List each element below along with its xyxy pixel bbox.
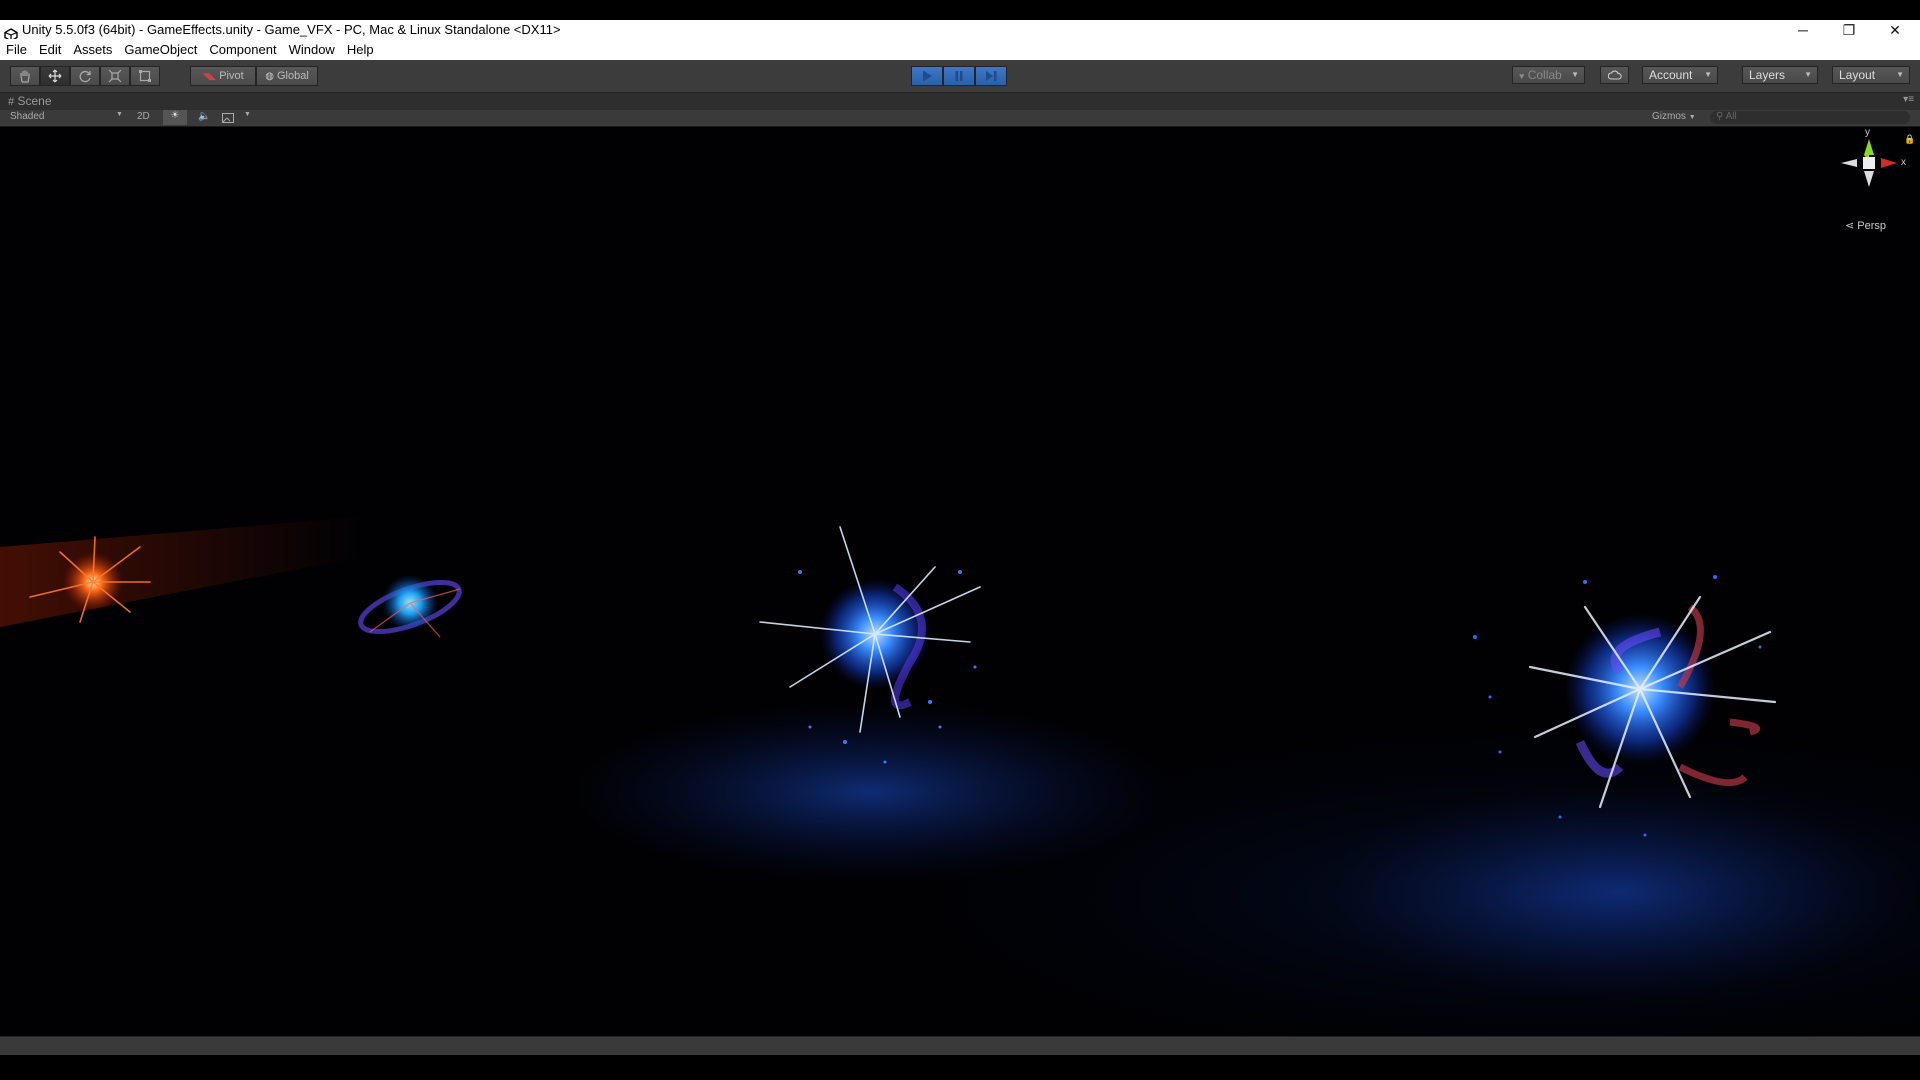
minimize-button[interactable]: ─: [1780, 20, 1826, 40]
gizmos-dropdown[interactable]: Gizmos ▼: [1652, 111, 1696, 122]
pivot-label: Pivot: [219, 70, 244, 82]
rotate-tool-button[interactable]: [70, 66, 100, 86]
audio-toggle[interactable]: 🔈: [198, 111, 210, 122]
scene-render: [0, 517, 1920, 1036]
shading-mode-dropdown[interactable]: Shaded: [10, 111, 44, 122]
chevron-down-icon: ▼: [1704, 70, 1712, 79]
close-button[interactable]: ✕: [1872, 20, 1918, 40]
collab-dropdown[interactable]: ♥ Collab ▼: [1512, 66, 1585, 84]
top-strip: [0, 0, 1920, 20]
axis-gizmo-icon: [1841, 139, 1897, 187]
scene-control-bar: Shaded ▼ 2D ☀ 🔈 ▼ Gizmos ▼ ⚲ All: [0, 110, 1920, 127]
play-button[interactable]: [911, 66, 943, 86]
layers-label: Layers: [1749, 68, 1786, 82]
scene-viewport[interactable]: y x 🔒 ⋖ Persp: [0, 127, 1920, 1036]
gizmos-label: Gizmos: [1652, 111, 1686, 122]
hand-tool-button[interactable]: [10, 66, 40, 86]
rect-tool-button[interactable]: [130, 66, 160, 86]
scene-tab[interactable]: # Scene: [8, 94, 52, 108]
search-icon: ⚲: [1716, 111, 1724, 122]
chevron-down-icon: ▼: [1896, 70, 1904, 79]
restore-button[interactable]: ❐: [1826, 20, 1872, 40]
account-dropdown[interactable]: Account ▼: [1642, 66, 1718, 84]
move-icon: [48, 69, 62, 83]
rect-icon: [139, 70, 151, 82]
chevron-down-icon: ▼: [116, 111, 123, 118]
scale-tool-button[interactable]: [100, 66, 130, 86]
layers-dropdown[interactable]: Layers ▼: [1742, 66, 1818, 84]
menu-component[interactable]: Component: [203, 39, 282, 60]
chevron-down-icon: ▼: [1804, 70, 1812, 79]
collab-icon: ♥: [1519, 71, 1525, 81]
scene-tab-label: Scene: [17, 94, 52, 108]
menu-file[interactable]: File: [0, 39, 33, 60]
projection-label: Persp: [1857, 220, 1887, 232]
status-bar: [0, 1036, 1920, 1055]
rotate-icon: [79, 70, 91, 83]
menu-window[interactable]: Window: [283, 39, 341, 60]
main-toolbar: ◥◣ Pivot ◍ Global ♥ Collab ▼ Account ▼ L…: [0, 60, 1920, 93]
globe-icon: ◍: [265, 70, 274, 82]
collab-label: Collab: [1527, 68, 1562, 82]
effects-dropdown[interactable]: [222, 110, 234, 126]
bottom-strip: [0, 1055, 1920, 1080]
cloud-icon: [1607, 70, 1622, 80]
menu-assets[interactable]: Assets: [67, 39, 118, 60]
menu-bar: File Edit Assets GameObject Component Window H…: [0, 39, 1920, 60]
hand-icon: [20, 70, 30, 83]
projection-toggle[interactable]: ⋖ Persp: [1845, 219, 1886, 232]
step-icon: [986, 71, 997, 81]
scene-search-input[interactable]: ⚲ All: [1710, 111, 1910, 124]
grid-icon: #: [8, 96, 15, 108]
scene-orientation-gizmo[interactable]: y x 🔒: [1835, 127, 1915, 203]
layout-dropdown[interactable]: Layout ▼: [1832, 66, 1910, 84]
pause-icon: [955, 71, 963, 81]
persp-icon: ⋖: [1845, 220, 1855, 232]
gizmo-x-label: x: [1901, 157, 1906, 168]
account-label: Account: [1649, 68, 1693, 82]
layout-label: Layout: [1839, 68, 1876, 82]
chevron-down-icon: ▼: [244, 111, 251, 118]
menu-gameobject[interactable]: GameObject: [118, 39, 203, 60]
panel-menu-icon[interactable]: ▾≡: [1903, 94, 1914, 105]
shading-mode-label: Shaded: [10, 111, 45, 122]
menu-help[interactable]: Help: [341, 39, 380, 60]
handle-position-group: ◥◣ Pivot ◍ Global: [190, 66, 318, 86]
window-title: Unity 5.5.0f3 (64bit) - GameEffects.unit…: [22, 22, 561, 37]
step-button[interactable]: [975, 66, 1007, 86]
menu-edit[interactable]: Edit: [33, 39, 67, 60]
lighting-toggle[interactable]: ☀: [163, 110, 187, 125]
lock-icon[interactable]: 🔒: [1904, 135, 1915, 145]
small-blue-effect: [358, 575, 462, 638]
play-icon: [923, 70, 932, 82]
2d-toggle[interactable]: 2D: [137, 111, 150, 122]
global-label: Global: [276, 70, 309, 82]
image-icon: [222, 113, 234, 123]
cloud-button[interactable]: [1600, 66, 1629, 84]
search-placeholder: All: [1725, 111, 1737, 122]
global-toggle[interactable]: ◍ Global: [256, 66, 318, 86]
sun-icon: ☀: [170, 110, 180, 121]
pivot-toggle[interactable]: ◥◣ Pivot: [190, 66, 256, 86]
pause-button[interactable]: [943, 66, 975, 86]
scale-icon: [108, 69, 122, 83]
playback-controls: [911, 66, 1007, 86]
chevron-down-icon: ▼: [1688, 114, 1696, 121]
gizmo-y-label: y: [1865, 127, 1870, 138]
move-tool-button[interactable]: [40, 66, 70, 86]
speaker-icon: 🔈: [198, 111, 211, 122]
transform-tools: [10, 66, 160, 86]
scene-tab-header: # Scene ▾≡: [0, 93, 1920, 110]
chevron-down-icon: ▼: [1571, 70, 1579, 79]
pivot-icon: ◥◣: [202, 70, 217, 81]
